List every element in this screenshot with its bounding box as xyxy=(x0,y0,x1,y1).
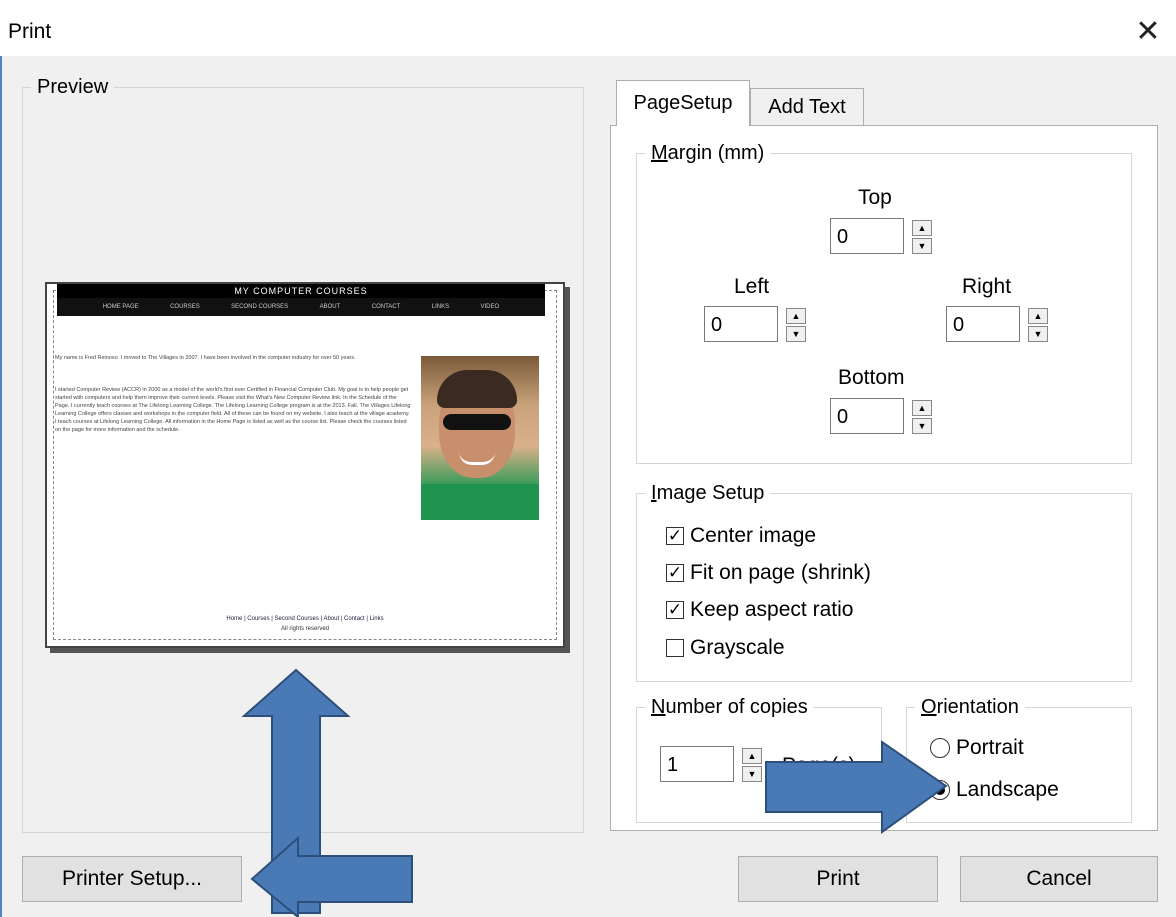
margin-bottom-label: Bottom xyxy=(838,366,905,389)
window-border xyxy=(0,56,2,917)
spin-down-icon[interactable]: ▼ xyxy=(912,418,932,434)
preview-footer-links: Home | Courses | Second Courses | About … xyxy=(226,616,384,622)
printer-setup-button[interactable]: Printer Setup... xyxy=(22,856,242,902)
checkbox-label: Fit on page (shrink) xyxy=(690,561,871,584)
margin-right-spinner[interactable]: 0 ▲ ▼ xyxy=(946,306,1056,344)
radio-selected-icon[interactable] xyxy=(930,780,950,800)
photo-hair xyxy=(437,370,517,408)
cancel-button[interactable]: Cancel xyxy=(960,856,1158,902)
center-image-checkbox[interactable]: ✓ Center image xyxy=(666,524,816,548)
preview-nav-item: CONTACT xyxy=(371,304,401,310)
preview-paragraph: I started Computer Review (ACCR) in 2000… xyxy=(55,387,411,433)
checkbox-checked-icon[interactable]: ✓ xyxy=(666,564,684,582)
checkbox-label: Grayscale xyxy=(690,636,785,659)
photo-sunglasses xyxy=(443,414,511,430)
checkbox-label: Center image xyxy=(690,524,817,547)
close-icon[interactable]: ✕ xyxy=(1128,16,1168,50)
margin-top-input[interactable]: 0 xyxy=(830,218,904,254)
image-setup-legend: Image Setup xyxy=(651,482,765,504)
copies-spinner[interactable]: 1 ▲ ▼ xyxy=(660,746,770,784)
preview-footer-rights: All rights reserved xyxy=(280,626,330,632)
preview-site-nav: HOME PAGE COURSES SECOND COURSES ABOUT C… xyxy=(57,298,545,316)
radio-label: Landscape xyxy=(956,778,1059,801)
margin-right-label: Right xyxy=(962,275,1012,298)
radio-label: Portrait xyxy=(956,736,1024,759)
preview-nav-item: HOME PAGE xyxy=(102,304,139,310)
print-preview-page: MY COMPUTER COURSES HOME PAGE COURSES SE… xyxy=(45,282,565,648)
title-bar: Print ✕ xyxy=(0,6,1176,56)
margin-left-input[interactable]: 0 xyxy=(704,306,778,342)
radio-unselected-icon[interactable] xyxy=(930,738,950,758)
margin-top-spinner[interactable]: 0 ▲ ▼ xyxy=(830,218,940,256)
preview-paragraph: My name is Fred Reinoso. I moved to The … xyxy=(55,355,356,361)
checkbox-checked-icon[interactable]: ✓ xyxy=(666,601,684,619)
margin-bottom-spinner[interactable]: 0 ▲ ▼ xyxy=(830,398,940,436)
portrait-radio[interactable]: Portrait xyxy=(930,736,1024,760)
preview-legend: Preview xyxy=(37,76,109,98)
spin-up-icon[interactable]: ▲ xyxy=(1028,308,1048,324)
preview-nav-item: LINKS xyxy=(431,304,450,310)
spin-up-icon[interactable]: ▲ xyxy=(786,308,806,324)
arrow-left-annotation xyxy=(250,835,413,917)
spin-up-icon[interactable]: ▲ xyxy=(912,220,932,236)
preview-portrait-photo xyxy=(421,356,539,520)
preview-nav-item: COURSES xyxy=(170,304,200,310)
spin-down-icon[interactable]: ▼ xyxy=(1028,326,1048,342)
copies-input[interactable]: 1 xyxy=(660,746,734,782)
preview-site-banner: MY COMPUTER COURSES xyxy=(57,284,545,298)
preview-nav-item: SECOND COURSES xyxy=(231,304,289,310)
copies-unit-label: Page(s) xyxy=(782,754,856,777)
tab-add-text[interactable]: Add Text xyxy=(750,88,864,126)
spin-up-icon[interactable]: ▲ xyxy=(912,400,932,416)
checkbox-unchecked-icon[interactable] xyxy=(666,639,684,657)
checkbox-label: Keep aspect ratio xyxy=(690,598,854,621)
spin-down-icon[interactable]: ▼ xyxy=(786,326,806,342)
spin-down-icon[interactable]: ▼ xyxy=(742,766,762,782)
orientation-legend: Orientation xyxy=(921,696,1019,718)
grayscale-checkbox[interactable]: Grayscale xyxy=(666,636,785,660)
fit-on-page-checkbox[interactable]: ✓ Fit on page (shrink) xyxy=(666,561,871,585)
margin-bottom-input[interactable]: 0 xyxy=(830,398,904,434)
preview-nav-item: VIDEO xyxy=(480,304,500,310)
spin-down-icon[interactable]: ▼ xyxy=(912,238,932,254)
margin-left-spinner[interactable]: 0 ▲ ▼ xyxy=(704,306,814,344)
photo-shirt xyxy=(421,484,539,520)
landscape-radio[interactable]: Landscape xyxy=(930,778,1059,802)
spin-up-icon[interactable]: ▲ xyxy=(742,748,762,764)
copies-legend: Number of copies xyxy=(651,696,808,718)
margin-right-input[interactable]: 0 xyxy=(946,306,1020,342)
tab-page-setup[interactable]: PageSetup xyxy=(616,80,750,126)
preview-nav-item: ABOUT xyxy=(319,304,341,310)
margin-left-label: Left xyxy=(734,275,770,298)
dialog-title: Print xyxy=(8,20,52,43)
margin-legend: Margin (mm) xyxy=(651,142,765,164)
print-button[interactable]: Print xyxy=(738,856,938,902)
margin-top-label: Top xyxy=(858,186,892,209)
checkbox-checked-icon[interactable]: ✓ xyxy=(666,527,684,545)
keep-aspect-ratio-checkbox[interactable]: ✓ Keep aspect ratio xyxy=(666,598,853,622)
